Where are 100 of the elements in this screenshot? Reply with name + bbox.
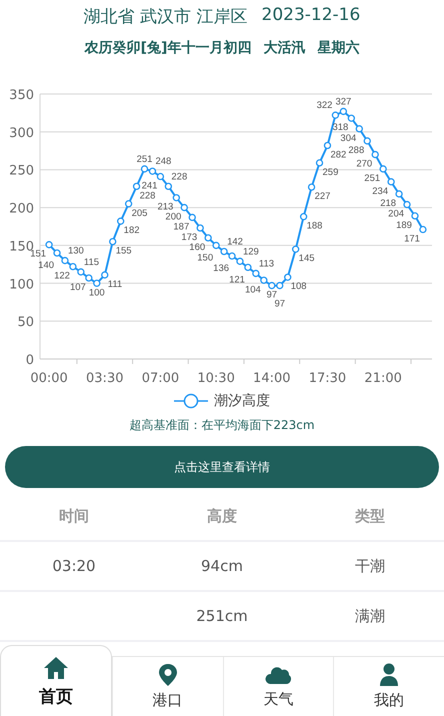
y-tick-label: 300 xyxy=(9,126,34,141)
details-button[interactable]: 点击这里查看详情 xyxy=(5,446,439,488)
data-point xyxy=(387,178,395,186)
data-label: 97 xyxy=(266,290,278,301)
y-tick-label: 0 xyxy=(26,353,34,368)
data-label: 213 xyxy=(157,202,174,213)
data-label: 248 xyxy=(155,156,172,168)
data-label: 182 xyxy=(124,225,140,236)
data-point xyxy=(132,182,140,190)
data-label: 187 xyxy=(173,221,190,232)
data-label: 228 xyxy=(140,190,156,202)
data-point xyxy=(109,238,116,246)
data-label: 150 xyxy=(197,252,214,264)
data-label: 251 xyxy=(364,172,380,184)
x-tick-label: 07:00 xyxy=(142,371,180,386)
data-label: 327 xyxy=(335,96,352,108)
data-label: 189 xyxy=(396,220,412,231)
data-label: 282 xyxy=(330,149,346,160)
data-label: 251 xyxy=(136,154,152,165)
x-tick-label: 10:30 xyxy=(197,371,235,386)
data-label: 173 xyxy=(181,232,198,244)
data-point xyxy=(164,182,172,190)
x-tick-label: 21:00 xyxy=(364,371,402,386)
data-label: 259 xyxy=(322,166,338,178)
column-header: 类型 xyxy=(354,506,386,526)
data-point xyxy=(411,212,419,220)
data-point xyxy=(196,224,204,232)
data-label: 142 xyxy=(227,236,243,248)
lunar-info: 农历癸卯[兔]年十一月初四 xyxy=(84,39,252,58)
data-label: 111 xyxy=(108,278,122,290)
legend-icon xyxy=(174,393,208,409)
data-point xyxy=(172,194,180,202)
data-label: 160 xyxy=(189,242,206,253)
data-label: 228 xyxy=(171,171,188,182)
x-tick-label: 03:30 xyxy=(86,371,124,386)
location-text: 湖北省 武汉市 江岸区 xyxy=(84,6,248,29)
data-label: 140 xyxy=(38,260,54,271)
data-label: 107 xyxy=(70,282,86,293)
lunar-info: 大活汛 xyxy=(263,39,306,58)
person-icon xyxy=(379,663,400,687)
data-point xyxy=(292,246,300,253)
table-cell-text: 干潮 xyxy=(354,556,386,576)
data-label: 227 xyxy=(314,191,330,202)
home-icon xyxy=(42,654,69,680)
data-point xyxy=(324,142,332,150)
data-label: 97 xyxy=(274,298,286,310)
column-header: 时间 xyxy=(58,506,90,526)
table-cell-text: 满潮 xyxy=(354,606,386,626)
y-tick-label: 350 xyxy=(9,88,34,103)
data-label: 218 xyxy=(380,198,396,209)
data-label: 145 xyxy=(298,253,315,264)
x-tick-label: 00:00 xyxy=(30,371,68,386)
data-label: 318 xyxy=(332,122,348,134)
location-pin-icon xyxy=(158,663,178,687)
datum-note: 超高基准面：在平均海面下223cm xyxy=(128,417,316,434)
data-label: 115 xyxy=(84,256,100,268)
data-point xyxy=(395,190,403,198)
data-point xyxy=(316,159,324,167)
data-label: 113 xyxy=(258,258,274,270)
data-label: 322 xyxy=(316,100,332,112)
y-tick-label: 100 xyxy=(9,277,34,292)
data-point xyxy=(356,125,363,132)
data-point xyxy=(300,213,308,220)
data-point xyxy=(117,218,124,225)
data-label: 136 xyxy=(213,263,230,274)
y-tick-label: 250 xyxy=(9,164,34,179)
data-point xyxy=(308,183,316,191)
nav-tab[interactable]: 天气 xyxy=(222,657,334,716)
data-label: 270 xyxy=(356,158,372,170)
data-label: 104 xyxy=(244,284,261,296)
data-point xyxy=(364,137,371,145)
y-tick-label: 50 xyxy=(17,315,34,330)
x-tick-label: 14:00 xyxy=(253,371,291,386)
table-cell-text: 94cm xyxy=(200,557,244,575)
data-label: 288 xyxy=(348,144,364,156)
data-point xyxy=(372,150,379,158)
cloud-icon xyxy=(265,664,292,686)
data-label: 304 xyxy=(340,132,356,144)
data-point xyxy=(124,200,132,208)
data-label: 200 xyxy=(165,212,182,223)
data-point xyxy=(180,204,188,212)
lunar-info: 星期六 xyxy=(317,39,360,58)
table-cell-text: 03:20 xyxy=(51,557,97,575)
data-point xyxy=(188,214,196,222)
column-header: 高度 xyxy=(206,506,238,526)
date-text: 2023-12-16 xyxy=(262,5,360,27)
data-label: 130 xyxy=(68,246,84,257)
data-label: 204 xyxy=(388,208,404,220)
data-label: 129 xyxy=(242,246,259,258)
data-point xyxy=(419,226,427,234)
data-label: 241 xyxy=(142,180,158,192)
data-point xyxy=(403,200,411,208)
x-tick-label: 17:30 xyxy=(308,371,346,386)
data-label: 100 xyxy=(88,287,105,298)
data-label: 234 xyxy=(372,186,388,197)
table-cell-text: 251cm xyxy=(195,607,249,625)
legend-label: 潮汐高度 xyxy=(214,392,270,410)
data-label: 171 xyxy=(404,234,420,245)
data-label: 121 xyxy=(229,274,245,286)
nav-tab[interactable]: 首页 xyxy=(0,645,112,716)
